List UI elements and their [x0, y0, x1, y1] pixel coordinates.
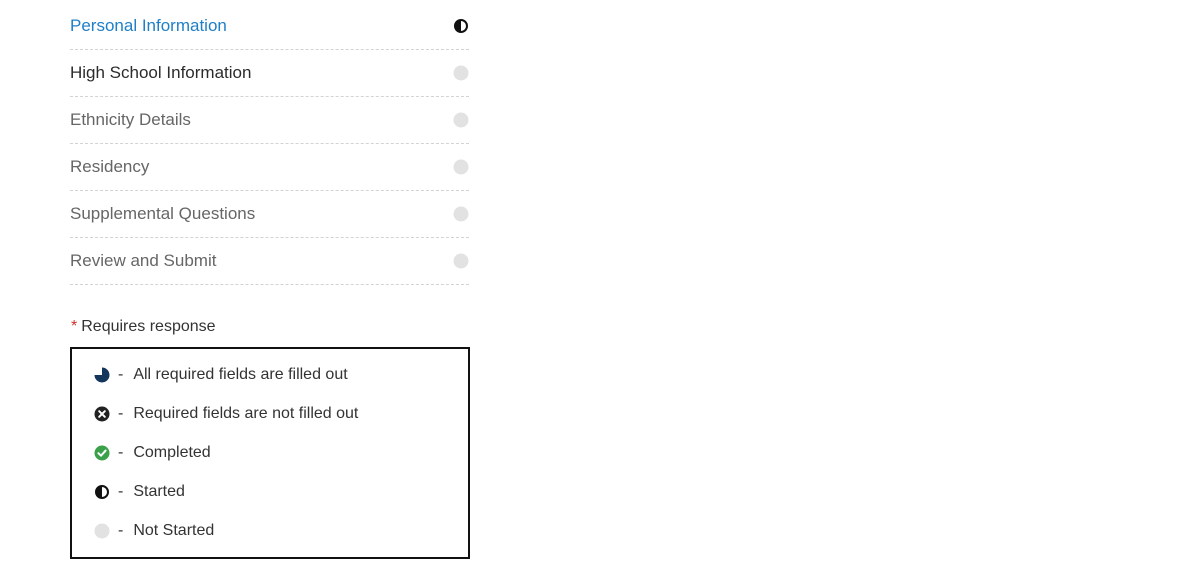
- nav-item-high-school-information[interactable]: High School Information: [70, 50, 469, 97]
- legend-item-completed: - Completed: [94, 433, 468, 472]
- nav-item-label: High School Information: [70, 63, 252, 82]
- section-nav: Personal Information High School Informa…: [70, 3, 469, 285]
- nav-item-supplemental-questions[interactable]: Supplemental Questions: [70, 191, 469, 238]
- legend-text: All required fields are filled out: [133, 365, 348, 383]
- legend-item-not-started: - Not Started: [94, 511, 468, 550]
- requires-response-note: * Requires response: [71, 318, 216, 336]
- nav-item-residency[interactable]: Residency: [70, 144, 469, 191]
- legend-separator: -: [118, 404, 124, 422]
- nav-item-review-and-submit[interactable]: Review and Submit: [70, 238, 469, 285]
- legend-text: Not Started: [133, 521, 215, 539]
- not-started-icon: [453, 206, 469, 222]
- started-icon: [94, 484, 110, 500]
- nav-item-label: Ethnicity Details: [70, 110, 191, 129]
- legend-item-required-not-filled: - Required fields are not filled out: [94, 394, 468, 433]
- not-started-icon: [94, 523, 110, 539]
- legend-text: Started: [133, 482, 185, 500]
- not-started-icon: [453, 159, 469, 175]
- legend-separator: -: [118, 365, 124, 383]
- status-legend: - All required fields are filled out - R…: [70, 347, 470, 559]
- legend-separator: -: [118, 443, 124, 461]
- all-required-filled-icon: [94, 367, 110, 383]
- nav-item-label: Review and Submit: [70, 251, 217, 270]
- nav-item-label: Personal Information: [70, 16, 227, 35]
- nav-item-ethnicity-details[interactable]: Ethnicity Details: [70, 97, 469, 144]
- not-started-icon: [453, 65, 469, 81]
- completed-icon: [94, 445, 110, 461]
- legend-separator: -: [118, 521, 124, 539]
- required-not-filled-icon: [94, 406, 110, 422]
- not-started-icon: [453, 253, 469, 269]
- nav-item-label: Supplemental Questions: [70, 204, 256, 223]
- legend-text: Completed: [133, 443, 211, 461]
- legend-item-started: - Started: [94, 472, 468, 511]
- requires-response-text: Requires response: [81, 318, 216, 335]
- started-icon: [453, 18, 469, 34]
- legend-item-all-required-filled: - All required fields are filled out: [94, 355, 468, 394]
- legend-separator: -: [118, 482, 124, 500]
- not-started-icon: [453, 112, 469, 128]
- nav-item-label: Residency: [70, 157, 150, 176]
- legend-text: Required fields are not filled out: [133, 404, 359, 422]
- required-star: *: [71, 318, 78, 335]
- nav-item-personal-information[interactable]: Personal Information: [70, 3, 469, 50]
